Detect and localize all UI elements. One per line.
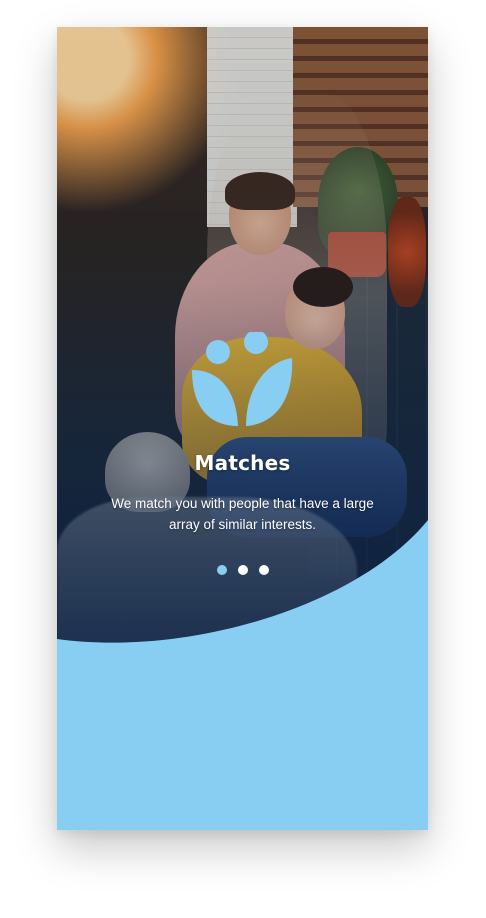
stage: Matches We match you with people that ha… (0, 0, 486, 918)
page-dot-2[interactable] (237, 565, 248, 575)
page-dot-1-active[interactable] (216, 565, 227, 575)
matches-logo-icon (192, 332, 293, 426)
page-indicator (57, 565, 428, 575)
onboarding-description: We match you with people that have a lar… (111, 496, 374, 532)
blue-curve-panel (57, 520, 428, 830)
page-dot-3[interactable] (258, 565, 269, 575)
onboarding-screen: Matches We match you with people that ha… (57, 27, 428, 830)
onboarding-title: Matches (194, 451, 291, 475)
